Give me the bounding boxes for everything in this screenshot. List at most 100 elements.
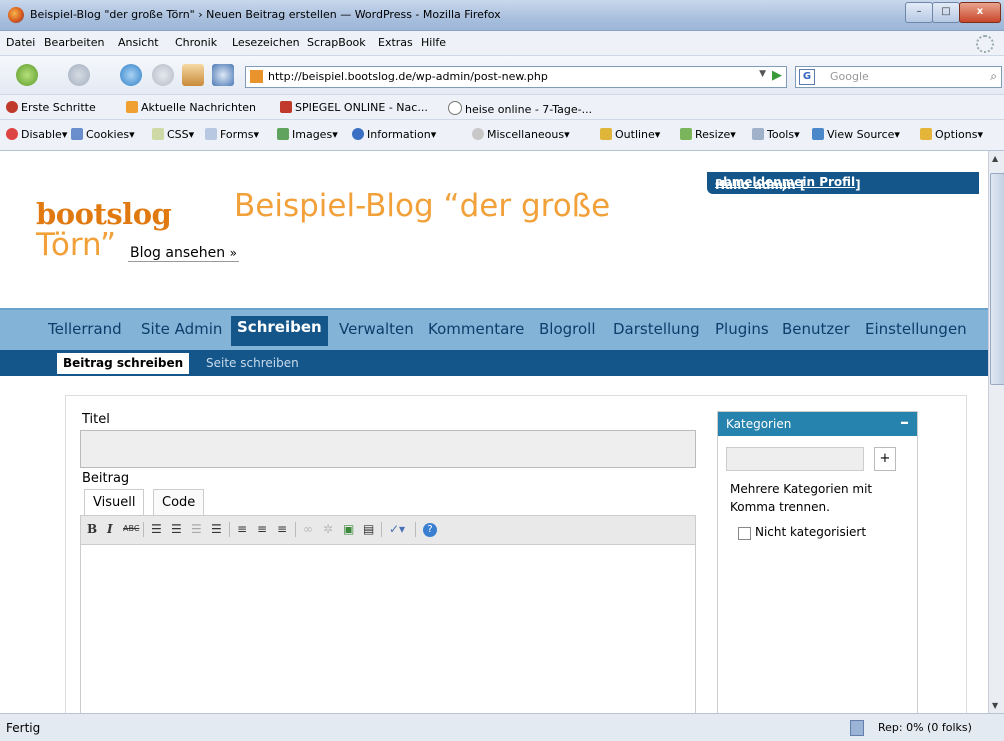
search-icon[interactable]: ⌕ (990, 69, 997, 84)
bold-icon[interactable]: B (87, 522, 97, 536)
dev-label: Miscellaneous (487, 128, 565, 141)
dev-tools[interactable]: Tools▾ (752, 128, 800, 141)
menu-benutzer[interactable]: Benutzer (782, 320, 850, 338)
menu-einstellungen[interactable]: Einstellungen (865, 320, 967, 338)
dev-images[interactable]: Images▾ (277, 128, 338, 141)
italic-icon[interactable]: I (107, 522, 113, 536)
dev-view-source[interactable]: View Source▾ (812, 128, 900, 141)
dev-options[interactable]: Options▾ (920, 128, 983, 141)
submenu-beitrag-schreiben[interactable]: Beitrag schreiben (57, 353, 190, 374)
dev-label: Cookies (86, 128, 130, 141)
add-category-button[interactable]: + (874, 447, 896, 471)
numbered-list-icon[interactable]: ☰ (171, 522, 182, 536)
bookmark-heise[interactable]: heise online - 7-Tage-... (448, 101, 592, 116)
new-category-input[interactable] (726, 447, 864, 471)
indent-icon[interactable]: ☰ (211, 522, 222, 536)
extension-icon[interactable] (212, 64, 234, 86)
tab-visual[interactable]: Visuell (84, 489, 145, 516)
stop-icon[interactable] (152, 64, 174, 86)
page-info-icon[interactable] (850, 720, 864, 736)
menu-site-admin[interactable]: Site Admin (141, 320, 222, 338)
miscellaneous-icon (472, 128, 484, 140)
options-icon (920, 128, 932, 140)
reload-icon[interactable] (120, 64, 142, 86)
dev-information[interactable]: Information▾ (352, 128, 436, 141)
menu-hilfe[interactable]: Hilfe (421, 36, 446, 49)
post-content-editor[interactable] (80, 544, 696, 713)
outdent-icon[interactable]: ☰ (191, 522, 202, 536)
disable-icon (6, 128, 18, 140)
spellcheck-icon[interactable]: ✓▾ (389, 522, 405, 536)
strikethrough-icon[interactable]: ABC (123, 524, 139, 533)
menu-datei[interactable]: Datei (6, 36, 35, 49)
history-dropdown-icon[interactable]: ▼ (759, 69, 766, 79)
menu-ansicht[interactable]: Ansicht (118, 36, 159, 49)
submenu-seite-schreiben[interactable]: Seite schreiben (206, 356, 299, 370)
link-icon[interactable]: ∞ (303, 522, 313, 536)
status-text: Fertig (6, 721, 41, 735)
categories-header[interactable]: Kategorien – (718, 412, 917, 436)
menu-darstellung[interactable]: Darstellung (613, 320, 700, 338)
dev-resize[interactable]: Resize▾ (680, 128, 736, 141)
menu-bearbeiten[interactable]: Bearbeiten (44, 36, 104, 49)
menu-scrapbook[interactable]: ScrapBook (307, 36, 366, 49)
view-blog-link[interactable]: Blog ansehen » (128, 245, 239, 262)
toolbar-separator (143, 522, 144, 537)
tab-code[interactable]: Code (153, 489, 205, 516)
categories-box: Kategorien – + Mehrere Kategorien mit Ko… (717, 411, 918, 713)
scroll-down-icon[interactable]: ▼ (992, 701, 998, 710)
unlink-icon[interactable]: ✲ (323, 522, 333, 536)
menu-extras[interactable]: Extras (378, 36, 413, 49)
dev-label: Resize (695, 128, 731, 141)
image-icon[interactable]: ▣ (343, 522, 354, 536)
search-box[interactable]: G Google ⌕ (795, 66, 1002, 88)
menu-kommentare[interactable]: Kommentare (428, 320, 524, 338)
dev-cookies[interactable]: Cookies▾ (71, 128, 135, 141)
dev-label: Images (292, 128, 333, 141)
forward-arrow-icon[interactable] (68, 64, 90, 86)
maximize-button[interactable]: □ (932, 2, 960, 23)
dev-outline[interactable]: Outline▾ (600, 128, 660, 141)
bookmark-spiegel[interactable]: SPIEGEL ONLINE - Nac... (280, 101, 428, 114)
dev-css[interactable]: CSS▾ (152, 128, 194, 141)
menu-schreiben[interactable]: Schreiben (231, 316, 328, 346)
align-center-icon[interactable]: ≡ (257, 522, 267, 536)
images-icon (277, 128, 289, 140)
bookmark-nachrichten[interactable]: Aktuelle Nachrichten (126, 101, 256, 114)
url-text[interactable]: http://beispiel.bootslog.de/wp-admin/pos… (268, 70, 548, 83)
dev-miscellaneous[interactable]: Miscellaneous▾ (472, 128, 570, 141)
menu-chronik[interactable]: Chronik (175, 36, 217, 49)
menu-verwalten[interactable]: Verwalten (339, 320, 414, 338)
bookmark-erste-schritte[interactable]: Erste Schritte (6, 101, 96, 114)
bookmark-label: heise online - 7-Tage-... (465, 103, 593, 116)
minimize-button[interactable]: – (905, 2, 933, 23)
align-right-icon[interactable]: ≡ (277, 522, 287, 536)
toolbar-separator (295, 522, 296, 537)
more-break-icon[interactable]: ▤ (363, 522, 374, 536)
back-arrow-icon[interactable] (16, 64, 38, 86)
rss-icon (126, 101, 138, 113)
dev-forms[interactable]: Forms▾ (205, 128, 259, 141)
menu-lesezeichen[interactable]: Lesezeichen (232, 36, 300, 49)
menu-tellerrand[interactable]: Tellerrand (48, 320, 122, 338)
window-titlebar: Beispiel-Blog "der große Törn" › Neuen B… (0, 0, 1004, 31)
scrollbar-thumb[interactable] (990, 173, 1004, 385)
search-placeholder[interactable]: Google (830, 70, 869, 83)
scroll-up-icon[interactable]: ▲ (992, 154, 998, 163)
bullet-list-icon[interactable]: ☰ (151, 522, 162, 536)
close-button[interactable]: x (959, 2, 1001, 23)
menu-blogroll[interactable]: Blogroll (539, 320, 596, 338)
align-left-icon[interactable]: ≡ (237, 522, 247, 536)
search-engine-icon[interactable]: G (799, 69, 815, 85)
help-icon[interactable]: ? (423, 523, 437, 537)
home-icon[interactable] (182, 64, 204, 86)
go-icon[interactable]: ▶ (772, 68, 782, 83)
collapse-icon[interactable]: – (900, 412, 909, 433)
dev-disable[interactable]: Disable▾ (6, 128, 67, 141)
editor-toolbar: B I ABC ☰ ☰ ☰ ☰ ≡ ≡ ≡ ∞ ✲ ▣ ▤ ✓▾ ? (80, 515, 696, 545)
menu-plugins[interactable]: Plugins (715, 320, 769, 338)
page-scrollbar[interactable]: ▲ ▼ (988, 151, 1004, 713)
category-checkbox[interactable] (738, 527, 751, 540)
url-bar[interactable]: http://beispiel.bootslog.de/wp-admin/pos… (245, 66, 787, 88)
title-input[interactable] (80, 430, 696, 468)
